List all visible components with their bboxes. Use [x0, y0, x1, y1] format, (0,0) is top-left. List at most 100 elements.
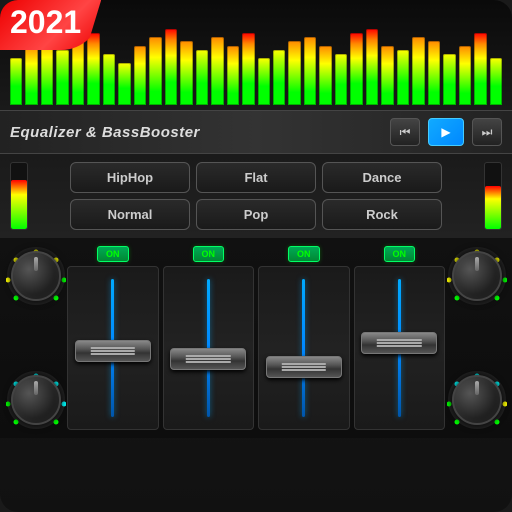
next-button[interactable]: ⏭ — [472, 118, 502, 146]
presets-row-2: NormalPopRock — [10, 199, 502, 230]
preset-btn-normal[interactable]: Normal — [70, 199, 190, 230]
mixer-section: ON ON ON ON — [0, 238, 512, 438]
eq-bar — [118, 63, 130, 106]
eq-bar — [397, 50, 409, 105]
eq-bar — [273, 50, 285, 105]
presets-section: HipHopFlatDance NormalPopRock — [0, 154, 512, 238]
fader-channel-0: ON — [67, 246, 159, 430]
left-knobs — [8, 246, 63, 430]
year-text: 2021 — [10, 4, 81, 40]
eq-bar-group — [165, 29, 177, 106]
eq-bar — [288, 41, 300, 105]
eq-bar-group — [319, 46, 331, 106]
right-knob-top-container — [447, 246, 507, 306]
fader-track-2 — [258, 266, 350, 430]
eq-bar-group — [304, 37, 316, 105]
eq-bar — [134, 46, 146, 106]
eq-bar-group — [397, 50, 409, 105]
eq-bar-group — [227, 46, 239, 106]
eq-bar — [490, 58, 502, 105]
eq-bar-group — [428, 41, 440, 105]
eq-bar-group — [134, 46, 146, 106]
eq-bar-group — [459, 46, 471, 106]
fader-channels: ON ON ON ON — [67, 246, 445, 430]
on-button-1[interactable]: ON — [193, 246, 225, 262]
eq-bar — [87, 33, 99, 105]
eq-bar — [180, 41, 192, 105]
fader-thumb-3[interactable] — [361, 332, 437, 354]
eq-bar-group — [443, 54, 455, 105]
eq-bar-group — [350, 33, 362, 105]
on-button-2[interactable]: ON — [288, 246, 320, 262]
fader-thumb-2[interactable] — [266, 356, 342, 378]
eq-bar — [149, 37, 161, 105]
eq-bar-group — [25, 46, 37, 106]
eq-bar — [350, 33, 362, 105]
eq-bar-group — [258, 58, 270, 105]
eq-bar — [25, 46, 37, 106]
app-container: 2021 Equalizer & BassBooster ⏮ ▶ ⏭ HipHo… — [0, 0, 512, 512]
right-knobs — [449, 246, 504, 430]
eq-bar — [258, 58, 270, 105]
eq-bar-group — [490, 58, 502, 105]
eq-bar-group — [10, 58, 22, 105]
play-button[interactable]: ▶ — [428, 118, 464, 146]
fader-channel-2: ON — [258, 246, 350, 430]
prev-button[interactable]: ⏮ — [390, 118, 420, 146]
eq-bar — [56, 50, 68, 105]
fader-thumb-1[interactable] — [170, 348, 246, 370]
eq-bar-group — [335, 54, 347, 105]
eq-bar-group — [149, 37, 161, 105]
eq-bar — [196, 50, 208, 105]
title-bar: Equalizer & BassBooster ⏮ ▶ ⏭ — [0, 110, 512, 154]
preset-btn-dance[interactable]: Dance — [322, 162, 442, 193]
on-button-0[interactable]: ON — [97, 246, 129, 262]
eq-bar — [72, 41, 84, 105]
eq-bar — [304, 37, 316, 105]
eq-bar-group — [118, 63, 130, 106]
eq-bar-group — [381, 46, 393, 106]
eq-bar-group — [211, 37, 223, 105]
on-button-3[interactable]: ON — [384, 246, 416, 262]
eq-bar — [428, 41, 440, 105]
preset-btn-flat[interactable]: Flat — [196, 162, 316, 193]
eq-bar-group — [72, 41, 84, 105]
eq-bar-group — [242, 33, 254, 105]
right-knob-bottom[interactable] — [452, 375, 502, 425]
left-knob-bottom[interactable] — [11, 375, 61, 425]
fader-channel-3: ON — [354, 246, 446, 430]
presets-row-1: HipHopFlatDance — [10, 162, 502, 193]
eq-bar — [242, 33, 254, 105]
right-level-meter — [484, 162, 502, 230]
eq-bar-group — [273, 50, 285, 105]
eq-bar-group — [474, 33, 486, 105]
eq-bar — [366, 29, 378, 106]
left-knob-top-container — [6, 246, 66, 306]
eq-bar — [165, 29, 177, 106]
eq-bar-group — [288, 41, 300, 105]
fader-thumb-0[interactable] — [75, 340, 151, 362]
eq-bar — [459, 46, 471, 106]
eq-bar-group — [103, 54, 115, 105]
right-knob-top[interactable] — [452, 251, 502, 301]
eq-bar — [335, 54, 347, 105]
fader-track-0 — [67, 266, 159, 430]
preset-btn-rock[interactable]: Rock — [322, 199, 442, 230]
left-level-meter — [10, 162, 28, 230]
eq-bar — [474, 33, 486, 105]
eq-bar — [103, 54, 115, 105]
eq-bar-group — [87, 33, 99, 105]
eq-bar — [227, 46, 239, 106]
fader-channel-1: ON — [163, 246, 255, 430]
eq-bar — [10, 58, 22, 105]
left-knob-top[interactable] — [11, 251, 61, 301]
preset-btn-pop[interactable]: Pop — [196, 199, 316, 230]
right-knob-bottom-container — [447, 370, 507, 430]
eq-bar-group — [412, 37, 424, 105]
fader-line-2 — [302, 279, 305, 417]
eq-bar-group — [56, 50, 68, 105]
eq-bar-group — [196, 50, 208, 105]
fader-track-1 — [163, 266, 255, 430]
eq-bar — [443, 54, 455, 105]
preset-btn-hiphop[interactable]: HipHop — [70, 162, 190, 193]
